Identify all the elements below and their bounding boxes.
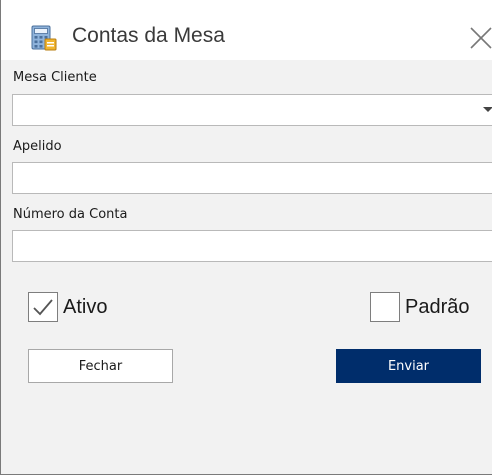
title-bar: Contas da Mesa [1, 0, 492, 60]
chevron-down-icon[interactable] [483, 107, 492, 112]
apelido-label: Apelido [13, 139, 62, 154]
window-title: Contas da Mesa [72, 24, 225, 47]
mesa-cliente-label: Mesa Cliente [13, 70, 97, 85]
contas-da-mesa-dialog: Contas da Mesa Mesa Cliente Apelido Núme… [0, 0, 492, 475]
close-button[interactable] [467, 24, 492, 50]
apelido-input[interactable] [13, 163, 492, 193]
calculator-icon [31, 25, 57, 51]
padrao-checkbox-box[interactable] [370, 292, 400, 322]
ativo-checkbox[interactable]: Ativo [28, 292, 107, 322]
ativo-label: Ativo [63, 295, 108, 318]
close-icon [470, 27, 492, 49]
mesa-cliente-input[interactable] [13, 95, 492, 125]
numero-da-conta-field[interactable] [12, 230, 492, 262]
apelido-field[interactable] [12, 162, 492, 194]
padrao-label: Padrão [405, 295, 470, 318]
fechar-button[interactable]: Fechar [28, 349, 173, 383]
ativo-checkbox-box[interactable] [28, 292, 58, 322]
checkmark-icon [33, 299, 53, 316]
padrao-checkbox[interactable]: Padrão [370, 292, 470, 322]
mesa-cliente-combobox[interactable] [12, 94, 492, 126]
numero-da-conta-input[interactable] [13, 231, 492, 261]
numero-da-conta-label: Número da Conta [13, 207, 128, 222]
enviar-button[interactable]: Enviar [336, 349, 481, 383]
